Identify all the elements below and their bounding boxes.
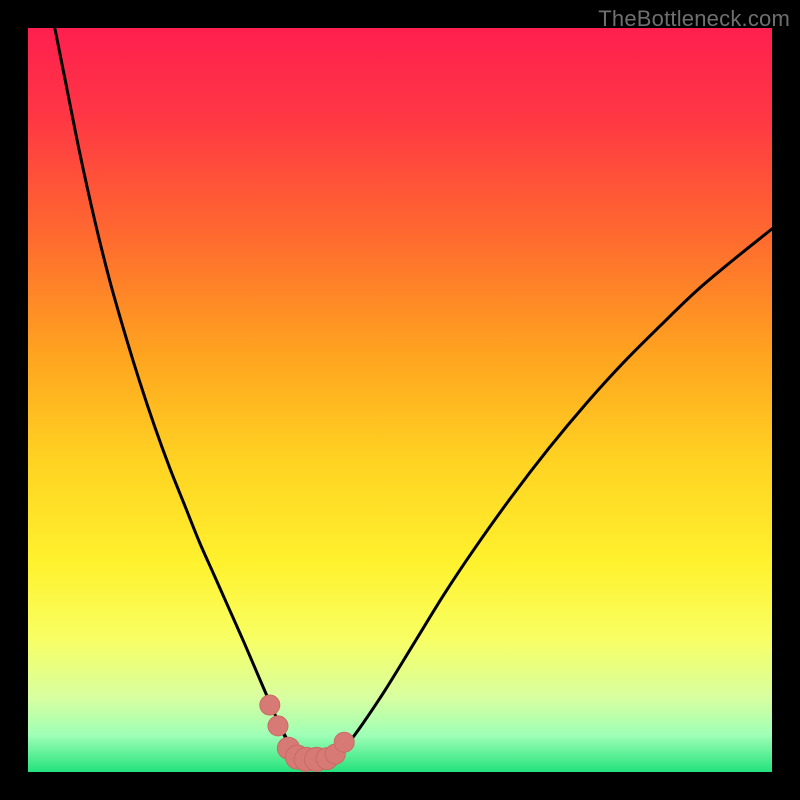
valley-marker [268, 716, 288, 736]
chart-frame: TheBottleneck.com [0, 0, 800, 800]
valley-marker [334, 732, 354, 752]
valley-marker [260, 695, 280, 715]
watermark-text: TheBottleneck.com [598, 6, 790, 32]
plot-area [28, 28, 772, 772]
gradient-background [28, 28, 772, 772]
bottleneck-chart [28, 28, 772, 772]
